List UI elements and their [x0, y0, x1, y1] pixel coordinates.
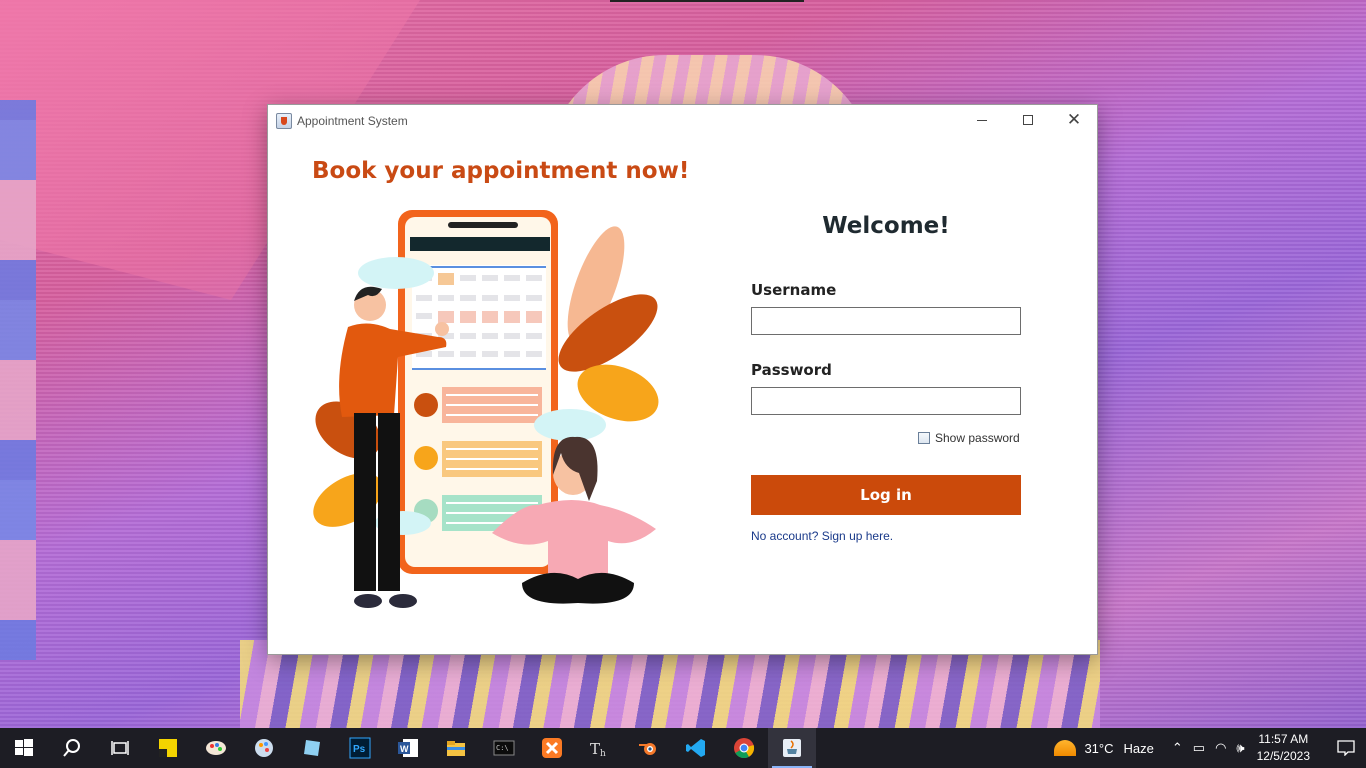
svg-text:C:\: C:\ [496, 744, 509, 752]
taskbar-file-explorer[interactable] [432, 728, 480, 768]
maximize-icon [1023, 115, 1033, 125]
weather-widget[interactable]: 31°C Haze [1054, 740, 1154, 756]
task-view-button[interactable] [96, 728, 144, 768]
paint-icon [206, 741, 226, 755]
minimize-icon [977, 119, 987, 121]
password-input[interactable] [751, 387, 1021, 415]
taskbar: Ps W C:\ Th 31°C Haze ⌃ ▭ ◠ 🕪 11:57 AM 1… [0, 728, 1366, 768]
search-icon [63, 739, 80, 757]
taskbar-blender[interactable] [624, 728, 672, 768]
snipping-tool-icon [304, 740, 320, 756]
close-button[interactable]: ✕ [1051, 105, 1097, 135]
xampp-icon [542, 738, 562, 758]
paint-3d-icon [255, 739, 273, 757]
taskbar-vscode[interactable] [672, 728, 720, 768]
close-icon: ✕ [1066, 110, 1082, 130]
java-icon [783, 739, 801, 757]
wallpaper-edge [0, 100, 36, 660]
taskbar-paint-3d[interactable] [240, 728, 288, 768]
headline: Book your appointment now! [312, 158, 690, 184]
taskbar-terminal[interactable]: C:\ [480, 728, 528, 768]
wallpaper-line [610, 0, 804, 2]
window-controls: ✕ [959, 105, 1097, 135]
clock-date: 12/5/2023 [1256, 749, 1310, 763]
show-password-option[interactable]: Show password [918, 431, 1020, 445]
svg-text:W: W [400, 744, 409, 754]
typora-icon: Th [590, 740, 606, 759]
volume-icon[interactable]: 🕪 [1236, 740, 1244, 756]
taskbar-word[interactable]: W [384, 728, 432, 768]
windows-start-icon [15, 739, 33, 756]
wifi-icon[interactable]: ◠ [1215, 740, 1226, 756]
battery-icon[interactable]: ▭ [1193, 740, 1205, 756]
system-tray: 31°C Haze ⌃ ▭ ◠ 🕪 11:57 AM 12/5/2023 [1054, 728, 1366, 768]
password-label: Password [751, 361, 832, 379]
login-button[interactable]: Log in [751, 475, 1021, 515]
vscode-icon [686, 739, 705, 757]
sticky-notes-icon [159, 739, 177, 757]
taskbar-snipping-tool[interactable] [288, 728, 336, 768]
svg-text:Ps: Ps [353, 744, 366, 755]
clock-time: 11:57 AM [1258, 732, 1309, 746]
file-explorer-icon [447, 741, 465, 756]
notification-center-button[interactable] [1326, 728, 1366, 768]
chevron-up-icon[interactable]: ⌃ [1172, 740, 1183, 756]
weather-temp: 31°C [1084, 740, 1114, 756]
taskbar-sticky-notes[interactable] [144, 728, 192, 768]
clock[interactable]: 11:57 AM 12/5/2023 [1257, 731, 1310, 765]
taskbar-photoshop[interactable]: Ps [336, 728, 384, 768]
terminal-icon: C:\ [493, 740, 515, 756]
signup-link[interactable]: No account? Sign up here. [751, 529, 893, 543]
weather-condition: Haze [1123, 740, 1154, 756]
welcome-heading: Welcome! [822, 213, 950, 239]
username-label: Username [751, 281, 837, 299]
show-password-checkbox[interactable] [918, 432, 930, 444]
taskbar-xampp[interactable] [528, 728, 576, 768]
taskbar-chrome[interactable] [720, 728, 768, 768]
word-icon: W [398, 739, 418, 757]
username-input[interactable] [751, 307, 1021, 335]
maximize-button[interactable] [1005, 105, 1051, 135]
svg-text:h: h [600, 749, 606, 759]
svg-text:T: T [590, 740, 600, 758]
tray-icons: ⌃ ▭ ◠ 🕪 [1172, 740, 1245, 756]
haze-weather-icon [1054, 740, 1077, 756]
task-view-icon [111, 741, 129, 755]
app-window: Appointment System ✕ Book your appointme… [267, 104, 1098, 655]
taskbar-paint[interactable] [192, 728, 240, 768]
notification-icon [1337, 740, 1355, 756]
minimize-button[interactable] [959, 105, 1005, 135]
window-title: Appointment System [297, 113, 408, 128]
start-button[interactable] [0, 728, 48, 768]
chrome-icon [734, 738, 755, 759]
appointment-illustration [313, 210, 659, 608]
blender-icon [639, 743, 656, 755]
taskbar-search-button[interactable] [48, 728, 96, 768]
taskbar-java-app[interactable] [768, 728, 816, 768]
photoshop-icon: Ps [349, 737, 371, 759]
show-password-label: Show password [935, 431, 1020, 445]
java-app-icon [276, 112, 292, 129]
window-titlebar[interactable]: Appointment System ✕ [268, 105, 1097, 136]
taskbar-typora[interactable]: Th [576, 728, 624, 768]
